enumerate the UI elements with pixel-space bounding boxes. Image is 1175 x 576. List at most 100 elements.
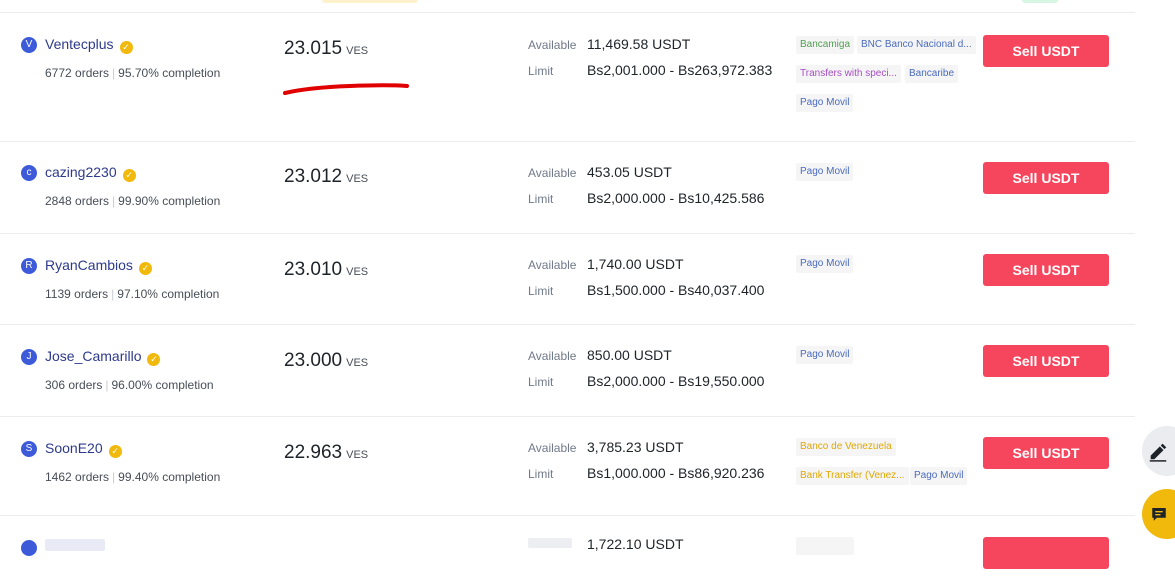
- price: 23.015 VES: [284, 38, 368, 60]
- available-label: Available: [528, 349, 577, 363]
- payment-method-tag: BNC Banco Nacional d...: [857, 36, 976, 54]
- available-label: Available: [528, 441, 577, 455]
- price: 23.012 VES: [284, 166, 368, 188]
- completion-rate: 99.90% completion: [118, 194, 221, 208]
- avatar[interactable]: c: [21, 165, 37, 181]
- limit-label: Limit: [528, 284, 554, 298]
- advertiser-name[interactable]: Jose_Camarillo: [45, 348, 141, 364]
- red-underline-annotation: [283, 83, 409, 95]
- avatar[interactable]: [21, 540, 37, 556]
- price-value: 23.012: [284, 166, 343, 187]
- limit-label: Limit: [528, 467, 554, 481]
- previous-row-button-fragment: [1022, 0, 1058, 3]
- price-value: 23.015: [284, 38, 343, 59]
- payment-method-tag: Pago Movil: [796, 94, 854, 112]
- limit-range: Bs2,001.000 - Bs263,972.383: [587, 62, 773, 78]
- stats-divider: |: [111, 287, 115, 301]
- avatar[interactable]: V: [21, 37, 37, 53]
- price-value: 22.963: [284, 442, 343, 463]
- table-row: V Ventecplus ✓ 6772 orders | 95.70% complet…: [0, 12, 1135, 142]
- verified-check-icon: ✓: [119, 41, 133, 54]
- limit-range: Bs2,000.000 - Bs10,425.586: [587, 190, 765, 206]
- previous-row-badge-fragment: [322, 0, 418, 3]
- price: 23.000 VES: [284, 350, 368, 372]
- sell-usdt-button[interactable]: Sell USDT: [983, 345, 1109, 377]
- sell-usdt-button[interactable]: Sell USDT: [983, 35, 1109, 67]
- payment-method-tag: Pago Movil: [796, 163, 854, 181]
- advertiser-stats: 6772 orders | 95.70% completion: [45, 66, 220, 80]
- verified-check-icon: ✓: [147, 353, 161, 366]
- price-currency: VES: [346, 45, 369, 57]
- table-row: S SoonE20 ✓ 1462 orders | 99.40% completion…: [0, 417, 1135, 516]
- price: 23.010 VES: [284, 259, 368, 281]
- verified-check-icon: ✓: [108, 445, 122, 458]
- advertiser-name[interactable]: RyanCambios: [45, 257, 133, 273]
- advertiser-stats: 1139 orders | 97.10% completion: [45, 287, 219, 301]
- sell-usdt-button[interactable]: Sell USDT: [983, 437, 1109, 469]
- limit-range: Bs1,000.000 - Bs86,920.236: [587, 465, 765, 481]
- orders-count: 1139 orders: [45, 287, 109, 301]
- chat-floating-button[interactable]: [1142, 489, 1175, 539]
- price-value: 23.010: [284, 259, 343, 280]
- table-row: R RyanCambios ✓ 1139 orders | 97.10% comple…: [0, 234, 1135, 325]
- limit-label: Limit: [528, 64, 554, 78]
- advertiser-name-link[interactable]: Ventecplus ✓: [45, 36, 133, 54]
- edit-floating-button[interactable]: [1142, 426, 1175, 476]
- advertiser-name-link[interactable]: RyanCambios ✓: [45, 257, 152, 275]
- price-currency: VES: [346, 357, 369, 369]
- payment-method-tag: Transfers with speci...: [796, 65, 901, 83]
- limit-label: Limit: [528, 192, 554, 206]
- payment-method-tag: Pago Movil: [910, 467, 968, 485]
- orders-count: 6772 orders: [45, 66, 110, 80]
- advertiser-name-link[interactable]: cazing2230 ✓: [45, 164, 136, 182]
- price-currency: VES: [346, 266, 369, 278]
- advertiser-name[interactable]: cazing2230: [45, 164, 117, 180]
- stats-divider: |: [112, 66, 116, 80]
- sell-usdt-button[interactable]: [983, 537, 1109, 569]
- sell-usdt-button[interactable]: Sell USDT: [983, 254, 1109, 286]
- verified-check-icon: ✓: [122, 169, 136, 182]
- available-label: Available: [528, 258, 577, 272]
- available-amount: 850.00 USDT: [587, 347, 672, 363]
- payment-method-tag: Pago Movil: [796, 255, 854, 273]
- advertiser-name[interactable]: SoonE20: [45, 440, 103, 456]
- advertiser-name-link[interactable]: SoonE20 ✓: [45, 440, 122, 458]
- table-row: J Jose_Camarillo ✓ 306 orders | 96.00% comp…: [0, 325, 1135, 417]
- avatar[interactable]: S: [21, 441, 37, 457]
- payment-method-tag: Bancamiga: [796, 36, 855, 54]
- completion-rate: 95.70% completion: [118, 66, 221, 80]
- stats-divider: |: [105, 378, 109, 392]
- payment-method-tag: Bank Transfer (Venez...: [796, 467, 909, 485]
- pencil-icon: [1149, 443, 1167, 462]
- completion-rate: 96.00% completion: [111, 378, 214, 392]
- table-row: 1,722.10 USDT: [0, 516, 1135, 576]
- sell-usdt-button[interactable]: Sell USDT: [983, 162, 1109, 194]
- avatar[interactable]: J: [21, 349, 37, 365]
- verified-check-icon: ✓: [138, 262, 152, 275]
- stats-divider: |: [112, 470, 116, 484]
- price-currency: VES: [346, 449, 369, 461]
- payment-method-tag: Banco de Venezuela: [796, 438, 896, 456]
- available-amount: 1,722.10 USDT: [587, 536, 684, 552]
- advertiser-stats: 2848 orders | 99.90% completion: [45, 194, 220, 208]
- available-amount: 1,740.00 USDT: [587, 256, 684, 272]
- stats-divider: |: [112, 194, 116, 208]
- available-label: [528, 538, 572, 548]
- available-amount: 3,785.23 USDT: [587, 439, 684, 455]
- avatar[interactable]: R: [21, 258, 37, 274]
- price: 22.963 VES: [284, 442, 368, 464]
- advertiser-name[interactable]: Ventecplus: [45, 36, 114, 52]
- table-row: c cazing2230 ✓ 2848 orders | 99.90% complet…: [0, 141, 1135, 234]
- available-label: Available: [528, 166, 577, 180]
- limit-range: Bs2,000.000 - Bs19,550.000: [587, 373, 765, 389]
- completion-rate: 99.40% completion: [118, 470, 221, 484]
- advertiser-stats: 1462 orders | 99.40% completion: [45, 470, 220, 484]
- advertiser-name[interactable]: [45, 539, 105, 551]
- orders-count: 306 orders: [45, 378, 103, 392]
- completion-rate: 97.10% completion: [117, 287, 220, 301]
- orders-count: 1462 orders: [45, 470, 110, 484]
- payment-method-tag: Bancaribe: [905, 65, 959, 83]
- advertiser-name-link[interactable]: Jose_Camarillo ✓: [45, 348, 161, 366]
- available-amount: 453.05 USDT: [587, 164, 672, 180]
- payment-method-tag: [796, 537, 854, 555]
